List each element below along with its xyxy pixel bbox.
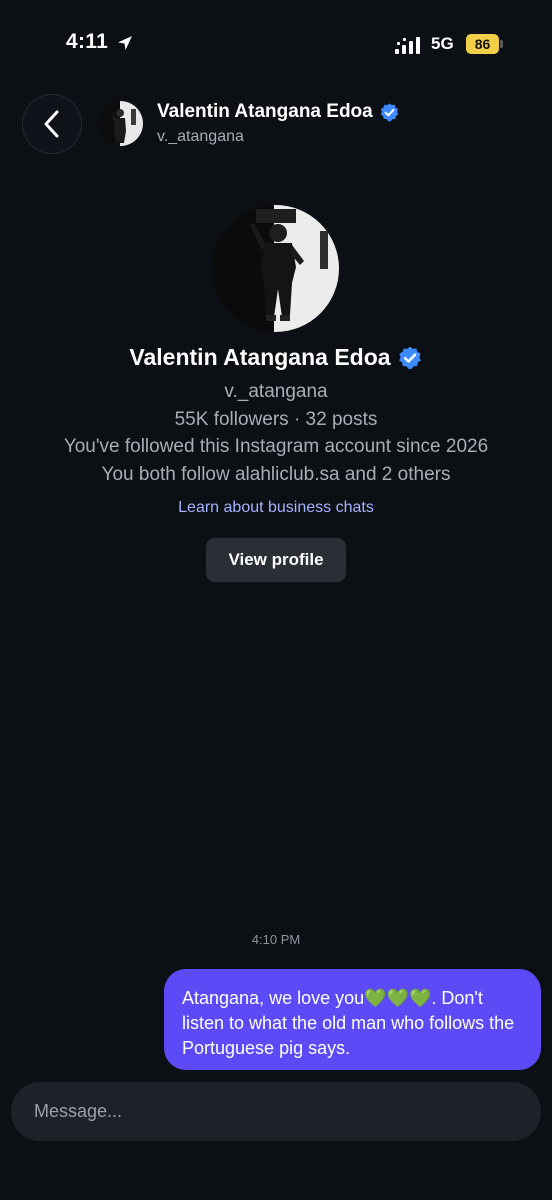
profile-username: v._atangana xyxy=(224,381,328,402)
message-timestamp: 4:10 PM xyxy=(251,932,301,947)
battery-cap xyxy=(500,40,503,48)
status-time: 4:11 xyxy=(66,30,109,53)
cellular-signal-icon xyxy=(395,37,420,54)
message-composer xyxy=(11,1082,541,1141)
view-profile-button[interactable]: View profile xyxy=(206,538,346,582)
learn-business-chats-link[interactable]: Learn about business chats xyxy=(0,499,552,517)
avatar-photo xyxy=(98,101,143,146)
follow-since-text: You've followed this Instagram account s… xyxy=(63,436,489,457)
header-username: v._atangana xyxy=(157,128,244,145)
sent-message-bubble[interactable]: Atangana, we love you💚💚💚. Don't listen t… xyxy=(164,969,541,1070)
verified-badge-icon xyxy=(398,346,421,369)
chevron-left-icon xyxy=(44,110,59,138)
message-input[interactable] xyxy=(34,1082,514,1141)
profile-stats: 55K followers · 32 posts xyxy=(174,409,378,430)
location-arrow-icon xyxy=(118,36,132,50)
back-button[interactable] xyxy=(22,94,82,154)
profile-name: Valentin Atangana Edoa xyxy=(0,344,552,371)
verified-badge-icon xyxy=(380,102,398,122)
profile-name-text: Valentin Atangana Edoa xyxy=(129,344,391,370)
profile-avatar[interactable] xyxy=(212,205,339,332)
header-avatar[interactable] xyxy=(98,101,143,146)
chat-screen: 4:11 5G 86 Valentin Atangana Edoa v._ata… xyxy=(0,0,552,1200)
network-label: 5G xyxy=(431,34,454,53)
status-bar: 4:11 5G 86 xyxy=(0,0,552,80)
header-name-text: Valentin Atangana Edoa xyxy=(157,101,373,122)
profile-photo xyxy=(212,205,339,332)
mutual-follows-text: You both follow alahliclub.sa and 2 othe… xyxy=(101,464,451,485)
battery-indicator: 86 xyxy=(466,34,499,54)
header-name[interactable]: Valentin Atangana Edoa xyxy=(157,101,400,123)
